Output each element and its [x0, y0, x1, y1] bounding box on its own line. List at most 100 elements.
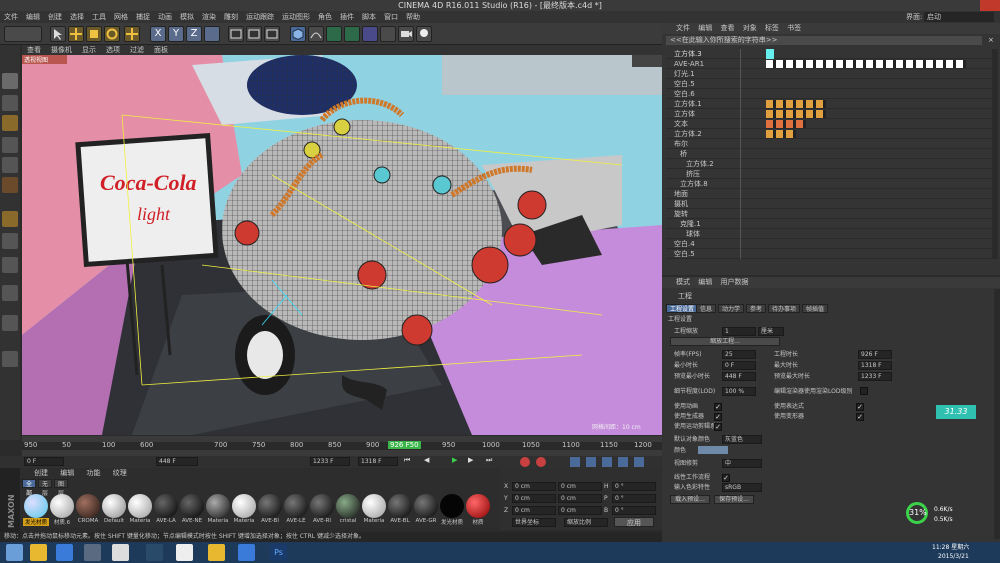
rotate-icon[interactable] — [104, 26, 120, 42]
menu-select[interactable]: 选择 — [70, 13, 84, 21]
cube-icon[interactable] — [290, 26, 306, 42]
material-swatch[interactable] — [154, 494, 178, 518]
tag-strip[interactable] — [766, 120, 806, 128]
menu-help[interactable]: 帮助 — [406, 13, 420, 21]
menu-script[interactable]: 脚本 — [362, 13, 376, 21]
texture-mode-icon[interactable] — [2, 95, 18, 111]
axis-y-button[interactable]: Y — [168, 26, 184, 42]
mat-menu-texture[interactable]: 纹理 — [113, 469, 127, 477]
filter-nolayer-tab[interactable]: 无层 — [38, 479, 53, 497]
menu-character[interactable]: 角色 — [318, 13, 332, 21]
fps-field[interactable]: 25 — [722, 350, 756, 359]
cinema4d-icon[interactable] — [112, 544, 129, 561]
filter-all-tab[interactable]: 全部 — [22, 479, 37, 497]
tab-dynamics[interactable]: 动力学 — [718, 304, 745, 313]
menu-animate[interactable]: 动画 — [158, 13, 172, 21]
obj-menu-edit[interactable]: 编辑 — [698, 24, 712, 32]
object-row[interactable]: 空白.5 — [666, 249, 996, 259]
coord-scale-select[interactable]: 缩放比例 — [564, 518, 608, 527]
material-swatch[interactable] — [206, 494, 230, 518]
object-row[interactable]: 空白.4 — [666, 239, 996, 249]
obj-menu-tags[interactable]: 标签 — [765, 24, 779, 32]
apply-button[interactable]: 应用 — [614, 517, 654, 527]
light-icon[interactable] — [416, 26, 432, 42]
polygons-mode-icon[interactable] — [2, 177, 18, 193]
object-row[interactable]: 挤压 — [666, 169, 996, 179]
go-end-icon[interactable]: ⏭ — [486, 456, 496, 466]
material-swatch[interactable] — [50, 494, 74, 518]
lod-render-checkbox[interactable] — [860, 387, 868, 395]
scale-unit-select[interactable]: 厘米 — [758, 327, 784, 336]
material-swatch[interactable] — [414, 494, 438, 518]
model-mode-icon[interactable] — [2, 73, 18, 89]
scale-icon[interactable] — [86, 26, 102, 42]
coord-x2-field[interactable]: 0 cm — [558, 482, 602, 491]
tag-strip[interactable] — [766, 100, 826, 108]
end-frame-field[interactable]: 1318 F — [358, 457, 398, 466]
color-swatch[interactable] — [698, 446, 728, 454]
menu-render[interactable]: 渲染 — [202, 13, 216, 21]
mat-menu-create[interactable]: 创建 — [34, 469, 48, 477]
tab-reference[interactable]: 参考 — [746, 304, 767, 313]
menu-motion-tracker[interactable]: 运动跟踪 — [246, 13, 274, 21]
view-menu-filter[interactable]: 过滤 — [130, 46, 144, 54]
autokey-icon[interactable] — [536, 457, 546, 467]
menu-window[interactable]: 窗口 — [384, 13, 398, 21]
object-row[interactable]: 立方体 — [666, 109, 996, 119]
object-row[interactable]: 空白.5 — [666, 79, 996, 89]
obj-menu-view[interactable]: 查看 — [720, 24, 734, 32]
search-close-icon[interactable]: × — [988, 36, 996, 45]
record-icon[interactable] — [520, 457, 530, 467]
coord-z-field[interactable]: 0 cm — [512, 506, 556, 515]
material-swatch[interactable] — [24, 494, 48, 518]
menu-tools[interactable]: 工具 — [92, 13, 106, 21]
play-icon[interactable]: ▶ — [452, 456, 462, 466]
attr-scrollbar[interactable] — [994, 289, 1000, 539]
scale-field[interactable]: 1 — [722, 327, 756, 336]
app-icon[interactable] — [146, 544, 163, 561]
photoshop-icon[interactable]: Ps — [270, 544, 287, 561]
live-selection-icon[interactable] — [124, 26, 140, 42]
layout-select[interactable]: 启动 — [924, 12, 994, 22]
object-search-input[interactable]: <<在此输入你所搜索的字符串>> — [666, 36, 982, 45]
view-menu-panel[interactable]: 面板 — [154, 46, 168, 54]
array-icon[interactable] — [344, 26, 360, 42]
keyframe-param-icon[interactable] — [618, 457, 628, 467]
coord-mode-select[interactable]: 世界坐标 — [512, 518, 556, 527]
paint-icon[interactable] — [2, 351, 18, 367]
render-view-icon[interactable] — [228, 26, 244, 42]
coord-y2-field[interactable]: 0 cm — [558, 494, 602, 503]
menu-create[interactable]: 创建 — [48, 13, 62, 21]
object-row[interactable]: 空白.6 — [666, 89, 996, 99]
view-menu-options[interactable]: 选项 — [106, 46, 120, 54]
tag-strip[interactable] — [766, 110, 826, 118]
view-menu-view[interactable]: 查看 — [27, 46, 41, 54]
material-swatch[interactable] — [362, 494, 386, 518]
keyframe-scale-icon[interactable] — [602, 457, 612, 467]
material-swatch[interactable] — [440, 494, 464, 518]
object-row[interactable]: 克隆.1 — [666, 219, 996, 229]
prev-key-icon[interactable]: ◀ — [424, 456, 434, 466]
coord-h-field[interactable]: 0 ° — [612, 482, 656, 491]
media-icon[interactable] — [84, 544, 101, 561]
material-swatch[interactable] — [76, 494, 100, 518]
move-icon[interactable] — [68, 26, 84, 42]
view-clip-select[interactable]: 中 — [722, 459, 762, 468]
keyframe-move-icon[interactable] — [570, 457, 580, 467]
axis-x-button[interactable]: X — [150, 26, 166, 42]
menu-file[interactable]: 文件 — [4, 13, 18, 21]
tweak-mode-icon[interactable] — [2, 233, 18, 249]
render-settings-icon[interactable] — [264, 26, 280, 42]
menu-snap[interactable]: 捕捉 — [136, 13, 150, 21]
coord-y-field[interactable]: 0 cm — [512, 494, 556, 503]
material-swatch[interactable] — [258, 494, 282, 518]
subdivision-icon[interactable] — [326, 26, 342, 42]
menu-sculpt[interactable]: 雕刻 — [224, 13, 238, 21]
preview-max-field[interactable]: 1233 F — [858, 372, 892, 381]
material-swatch[interactable] — [128, 494, 152, 518]
tab-project-settings[interactable]: 工程设置 — [666, 304, 699, 313]
obj-menu-objects[interactable]: 对象 — [743, 24, 757, 32]
keyframe-rotate-icon[interactable] — [586, 457, 596, 467]
use-motion-checkbox[interactable]: ✓ — [714, 423, 722, 431]
use-deformers-checkbox[interactable]: ✓ — [856, 413, 864, 421]
